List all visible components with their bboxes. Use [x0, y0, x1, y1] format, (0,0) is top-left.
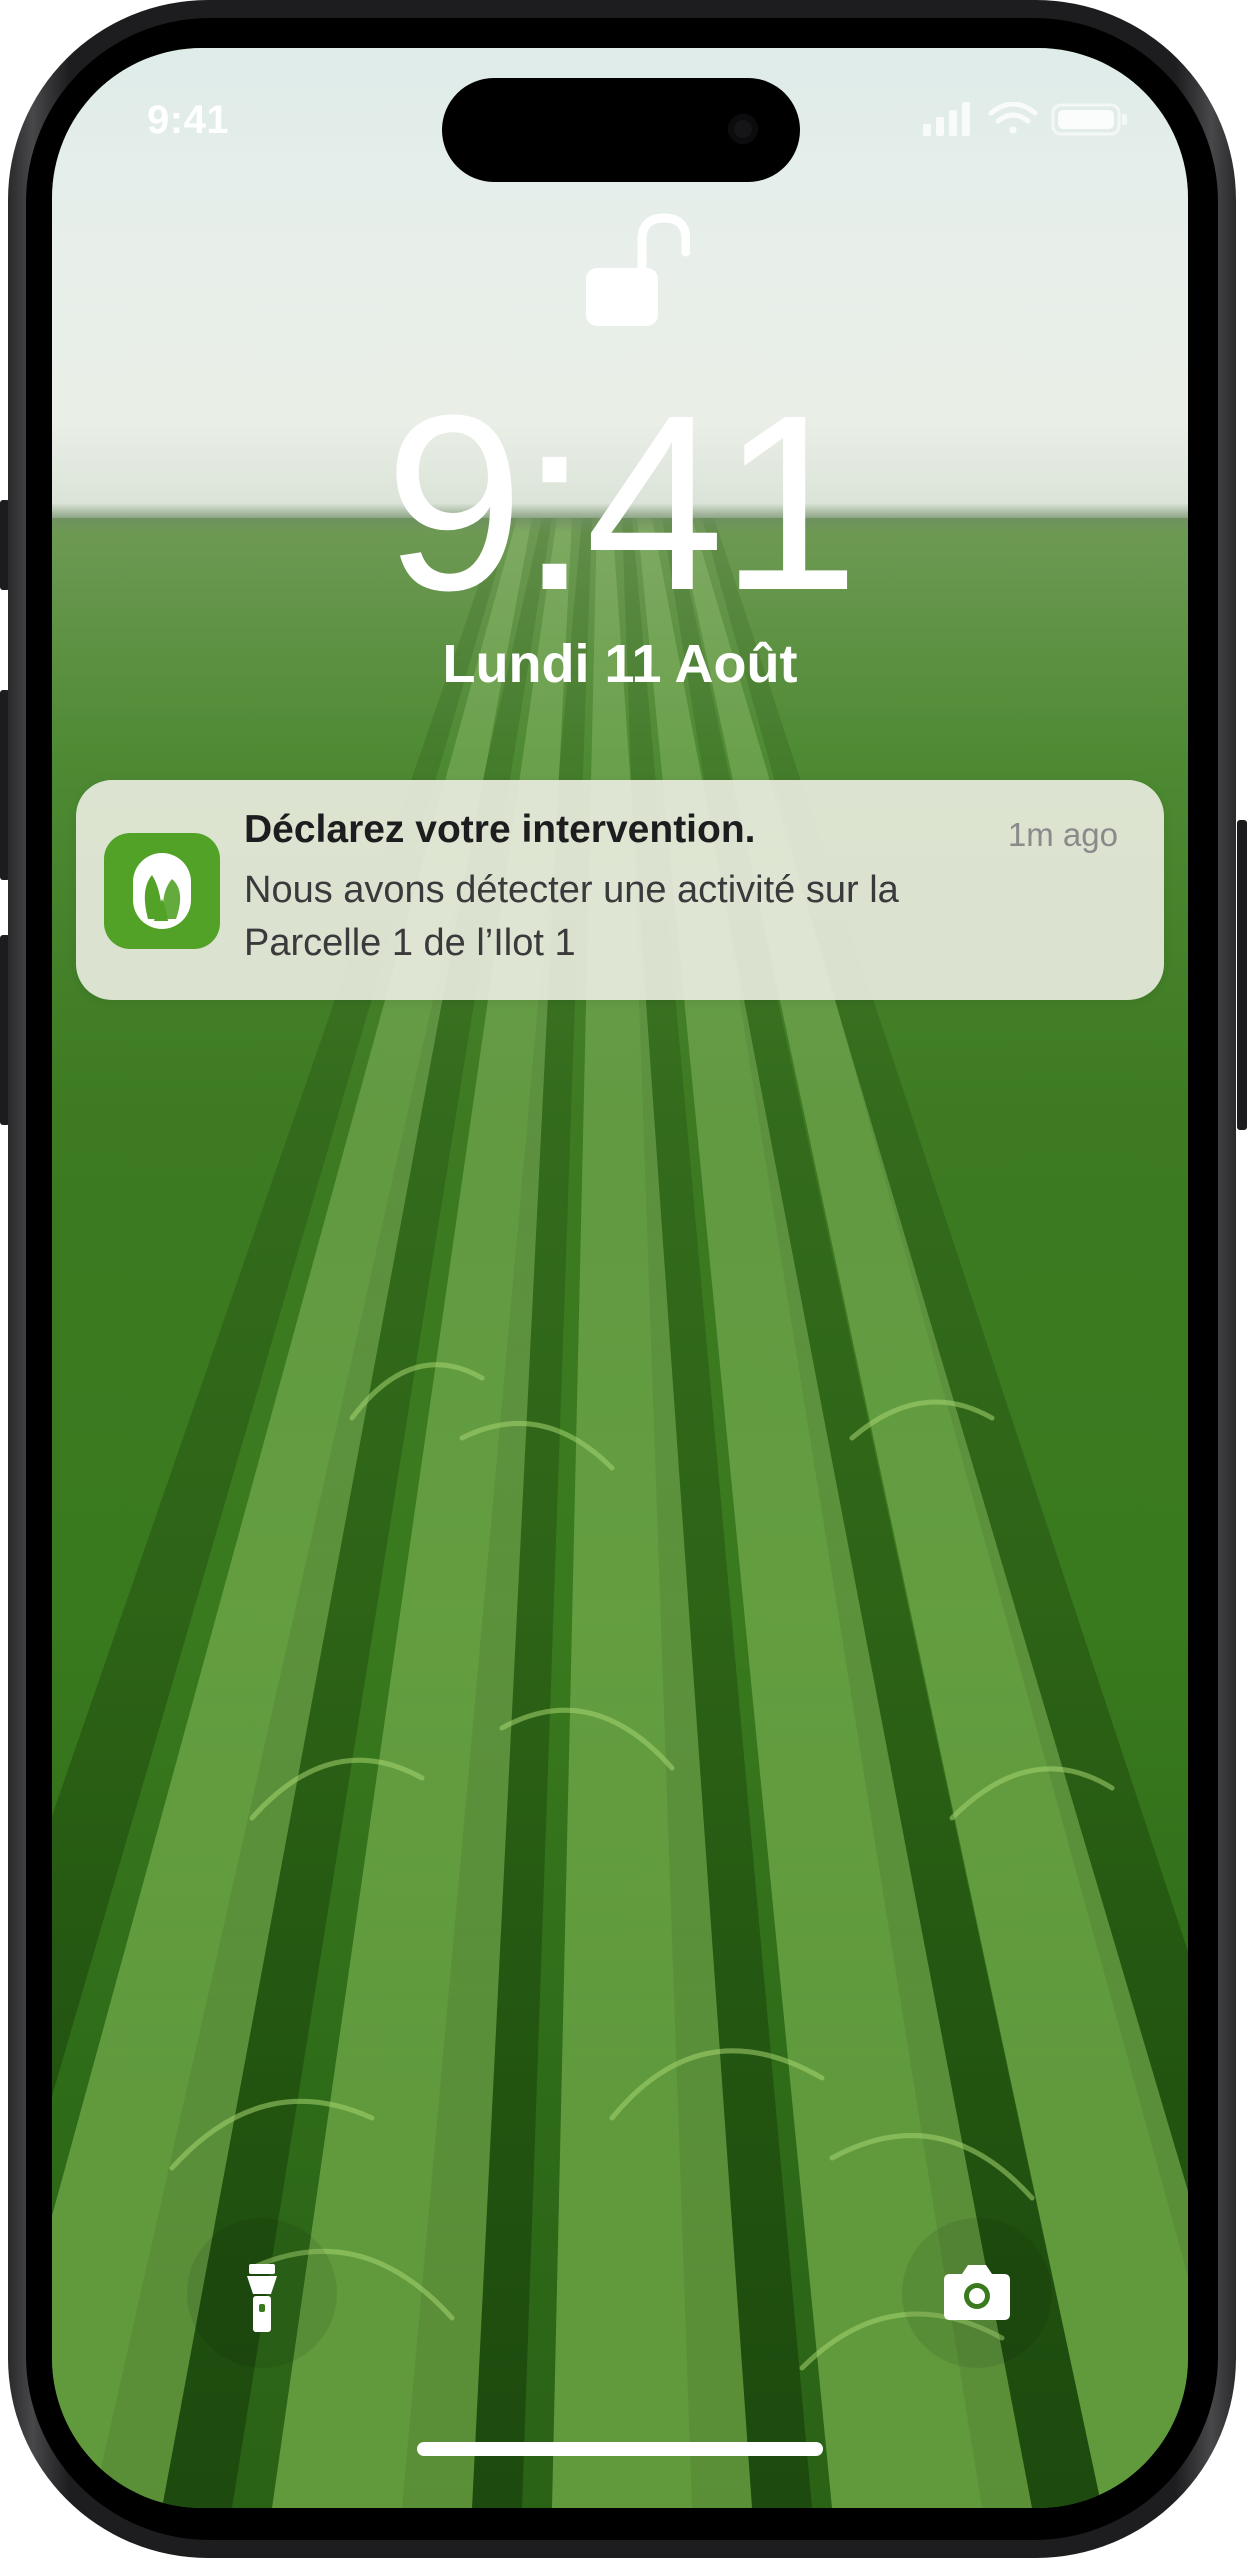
notification-body-line: Nous avons détecter une activité sur la — [244, 869, 899, 911]
notification-timestamp: 1m ago — [1007, 816, 1118, 853]
power-button[interactable] — [1237, 820, 1247, 1130]
notification-banner[interactable]: Déclarez votre intervention. 1m ago Nous… — [76, 780, 1164, 1000]
app-icon — [104, 833, 220, 949]
unlocked-padlock-icon — [586, 213, 690, 326]
front-camera — [728, 114, 758, 144]
flashlight-icon — [247, 2264, 277, 2332]
notification-title: Déclarez votre intervention. — [244, 808, 756, 851]
camera-button[interactable] — [902, 2218, 1052, 2368]
lock-screen-date: Lundi 11 Août — [442, 634, 798, 694]
notification-body-line: Parcelle 1 de l’Ilot 1 — [244, 922, 576, 964]
status-bar-time: 9:41 — [147, 98, 230, 142]
leaf-icon — [133, 853, 191, 929]
lock-screen-time: 9:41 — [384, 363, 860, 642]
cellular-signal-icon — [923, 102, 970, 136]
lock-screen: 9:41 9:41 Lundi 11 Août Déclarez votre i… — [52, 48, 1188, 2508]
home-indicator[interactable] — [417, 2442, 823, 2456]
notification-body: Nous avons détecter une activité sur la … — [244, 864, 1104, 970]
flashlight-button[interactable] — [187, 2218, 337, 2368]
dynamic-island — [442, 78, 800, 182]
status-bar-icons — [923, 101, 1133, 136]
wifi-icon — [988, 101, 1038, 134]
battery-icon — [1051, 103, 1127, 136]
camera-icon — [944, 2265, 1010, 2320]
